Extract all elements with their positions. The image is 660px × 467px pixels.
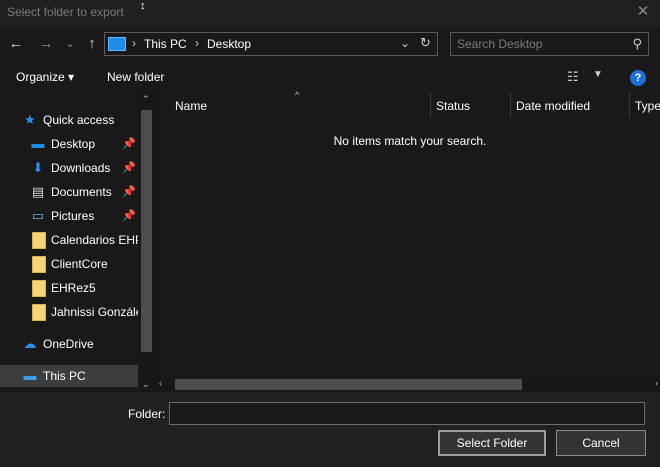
organize-button[interactable]: Organize ▾ [16,70,74,84]
cancel-button[interactable]: Cancel [556,430,646,456]
forward-arrow-icon[interactable]: → [39,35,54,52]
close-button[interactable]: ✕ [626,0,660,26]
this-pc-icon [108,37,126,51]
desktop-icon: ▬ [31,136,45,151]
chevron-down-icon[interactable]: ⌄ [65,38,74,50]
up-button[interactable]: ↑ [82,34,102,54]
breadcrumb-this-pc[interactable]: This PC [144,37,187,51]
scrollbar-thumb[interactable] [175,379,522,390]
sidebar-item-this-pc[interactable]: ▬ This PC [0,365,138,387]
close-icon[interactable]: ✕ [637,3,650,20]
empty-folder-message: No items match your search. [333,134,487,148]
refresh-icon[interactable]: ↻ [420,35,431,51]
mouse-cursor-icon: ↕ [140,0,146,12]
pin-icon: 📌 [122,210,136,222]
download-arrow-icon: ⬇ [32,160,44,175]
file-list-horizontal-scrollbar[interactable]: ‹ › [155,376,660,392]
column-header-status[interactable]: Status [430,92,510,118]
cloud-icon: ☁ [23,336,37,351]
scrollbar-thumb[interactable] [141,110,152,352]
forward-button[interactable]: → [36,34,56,54]
pin-icon: 📌 [122,186,136,198]
sidebar-scrollbar[interactable]: ⌃ ⌄ [138,92,155,392]
pin-icon: 📌 [122,162,136,174]
star-icon: ★ [24,112,36,127]
navigation-pane: ★ Quick access ▬ Desktop 📌 ⬇ Downloads 📌… [0,92,155,392]
scroll-left-icon[interactable]: ‹ [159,378,162,388]
column-header-date-modified[interactable]: Date modified [510,92,629,118]
document-icon: ▤ [31,184,45,199]
folder-label: Folder: [128,407,166,421]
sidebar-item-documents[interactable]: ▤ Documents 📌 [0,181,138,203]
breadcrumb-separator[interactable]: › [195,36,199,50]
breadcrumb-separator[interactable]: › [132,36,136,50]
pictures-icon: ▭ [31,208,45,223]
command-bar: Organize ▾ New folder ☷ ▼ ? [0,62,660,92]
folder-icon [31,304,47,321]
sidebar-item-jahnissi-gonzalez[interactable]: Jahnissi González [0,301,138,323]
new-folder-button[interactable]: New folder [107,70,164,84]
window-title: Select folder to export [7,5,124,19]
sidebar-item-label: Quick access [43,113,115,127]
navigation-bar: ← → ⌄ ↑ › This PC › Desktop ⌄ ↻ ⚲ [0,26,660,62]
sidebar-item-pictures[interactable]: ▭ Pictures 📌 [0,205,138,227]
sidebar-item-label: Calendarios EHP [51,233,138,247]
sidebar-item-calendarios-ehp[interactable]: Calendarios EHP [0,229,138,251]
folder-icon [31,232,47,249]
sidebar-item-label: Desktop [51,137,96,151]
scroll-right-icon[interactable]: › [655,378,658,388]
sidebar-item-label: Documents [51,185,112,199]
sidebar-item-ehrez5[interactable]: EHRez5 [0,277,138,299]
file-list: ^ Name Status Date modified Type No item… [155,90,660,392]
folder-icon [31,280,47,297]
sidebar-item-clientcore[interactable]: ClientCore [0,253,138,275]
pin-icon: 📌 [122,138,136,150]
computer-icon: ▬ [23,368,37,383]
breadcrumb-desktop[interactable]: Desktop [207,37,251,51]
search-box[interactable]: ⚲ [450,32,649,56]
folder-icon [31,256,47,273]
dialog-footer: Folder: Select Folder Cancel [0,392,660,467]
address-dropdown-icon[interactable]: ⌄ [400,36,410,50]
view-dropdown-icon[interactable]: ▼ [593,69,603,80]
sidebar-item-label: OneDrive [43,337,94,351]
sidebar-item-label: Pictures [51,209,95,223]
sidebar-item-onedrive[interactable]: ☁ OneDrive [0,333,138,355]
search-input[interactable] [457,36,622,52]
sidebar-item-label: ClientCore [51,257,108,271]
column-header-name[interactable]: Name [169,92,430,118]
back-arrow-icon[interactable]: ← [9,35,24,52]
sidebar-item-downloads[interactable]: ⬇ Downloads 📌 [0,157,138,179]
sidebar-item-label: Jahnissi González [51,305,138,319]
title-bar: Select folder to export ↕ ✕ [0,0,660,26]
sidebar-item-label: EHRez5 [51,281,96,295]
address-bar[interactable]: › This PC › Desktop ⌄ ↻ [104,32,438,56]
view-options-icon[interactable]: ☷ [567,69,579,85]
folder-field[interactable] [169,402,645,425]
sidebar-item-label: Downloads [51,161,111,175]
sidebar-item-desktop[interactable]: ▬ Desktop 📌 [0,133,138,155]
recent-locations-button[interactable]: ⌄ [60,34,80,54]
up-arrow-icon[interactable]: ↑ [88,35,96,52]
sidebar-item-label: This PC [43,369,86,383]
column-header-type[interactable]: Type [629,92,660,118]
search-icon[interactable]: ⚲ [632,36,642,52]
column-header-row: ^ Name Status Date modified Type [155,90,660,118]
scroll-down-icon[interactable]: ⌄ [142,379,150,390]
back-button[interactable]: ← [6,34,26,54]
sidebar-item-quick-access[interactable]: ★ Quick access [0,109,138,131]
scroll-up-icon[interactable]: ⌃ [142,94,150,105]
select-folder-button[interactable]: Select Folder [438,430,546,456]
help-icon[interactable]: ? [630,70,646,86]
